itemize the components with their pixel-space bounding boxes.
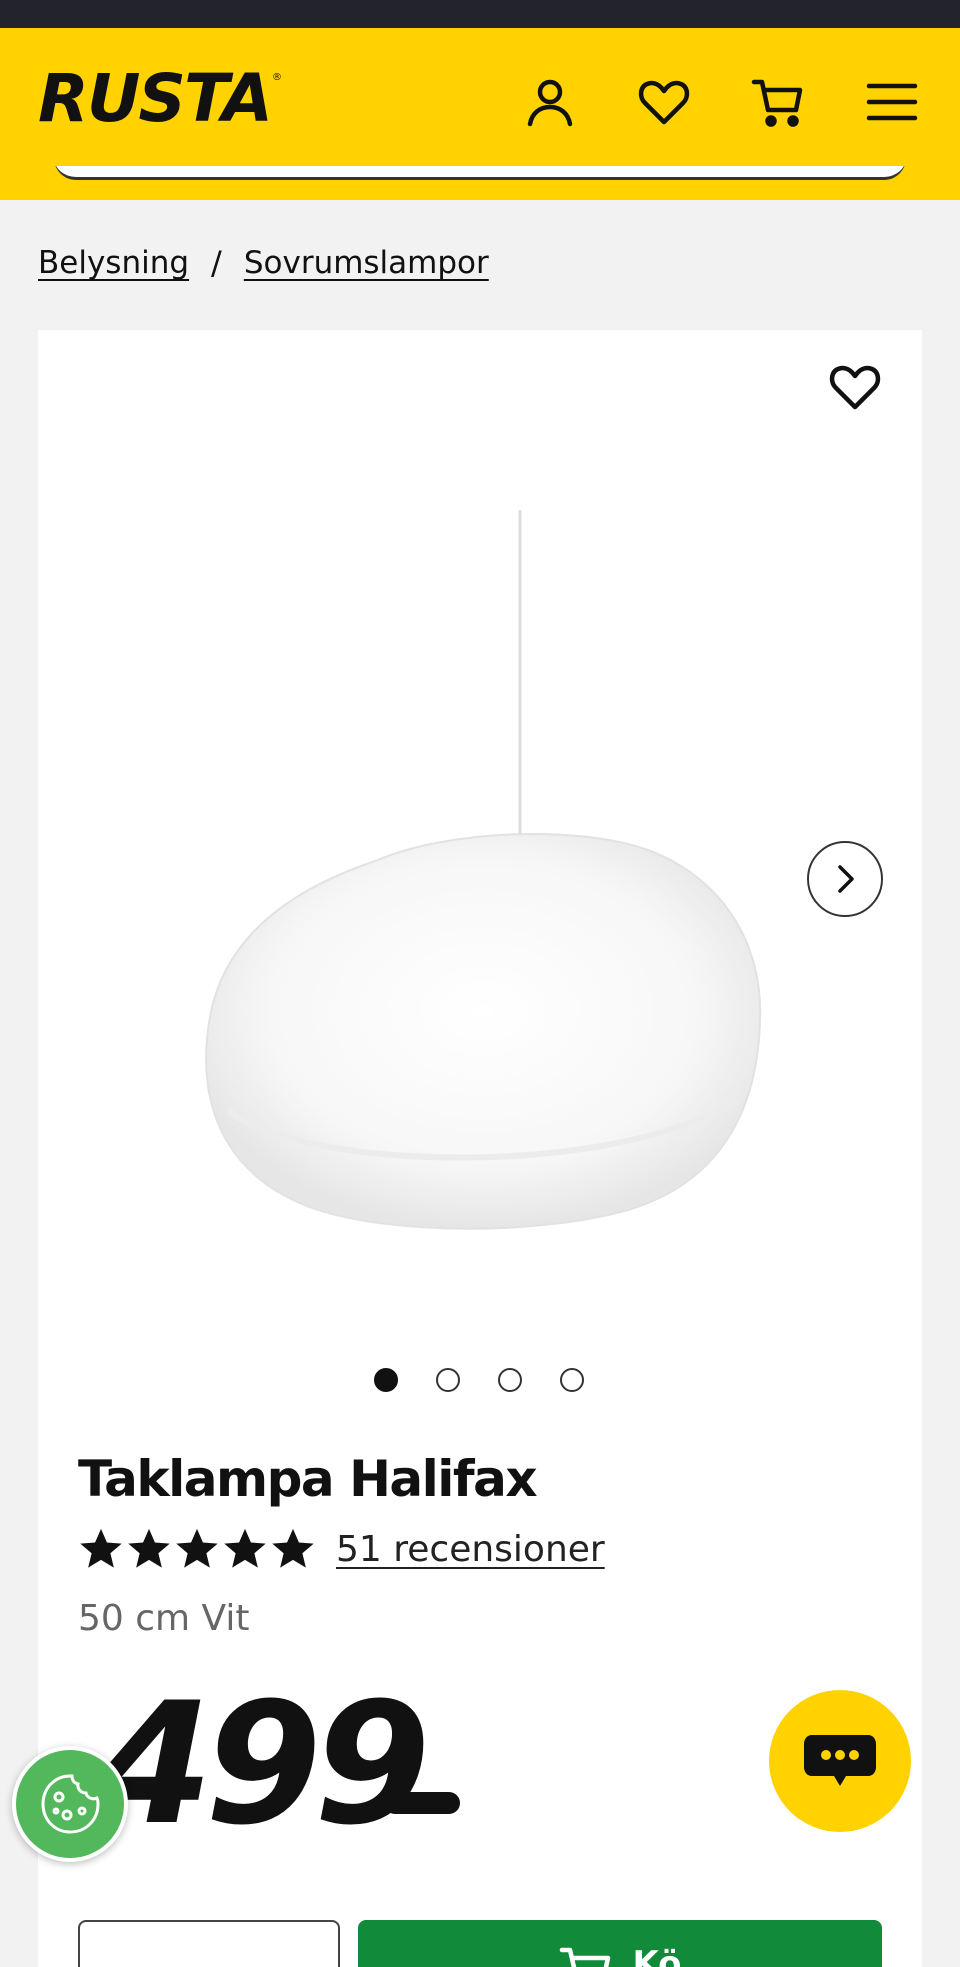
chat-button[interactable] [769, 1690, 911, 1832]
star-icon [176, 1528, 218, 1568]
reviews-link[interactable]: 51 recensioner [336, 1529, 605, 1570]
breadcrumb: Belysning / Sovrumslampor [38, 244, 489, 282]
search-bar-mask [48, 148, 912, 166]
account-button[interactable] [520, 72, 580, 132]
star-icon [224, 1528, 266, 1568]
quantity-stepper[interactable] [78, 1920, 340, 1967]
breadcrumb-item-belysning[interactable]: Belysning [38, 245, 189, 281]
logo-registered-mark: ® [272, 72, 282, 83]
wishlist-button[interactable] [634, 72, 694, 132]
cart-icon [560, 1947, 611, 1967]
rusta-logo[interactable]: RUSTA [38, 66, 273, 132]
breadcrumb-item-sovrumslampor[interactable]: Sovrumslampor [244, 245, 489, 281]
carousel-dot-1[interactable] [374, 1368, 398, 1392]
carousel-dot-3[interactable] [498, 1368, 522, 1392]
menu-button[interactable] [862, 72, 922, 132]
cookie-icon [41, 1774, 100, 1834]
product-image-pendant-lamp[interactable] [138, 410, 778, 1350]
cookie-settings-button[interactable] [12, 1746, 128, 1862]
price-dash [384, 1792, 460, 1814]
product-title: Taklampa Halifax [78, 1450, 538, 1508]
cart-button[interactable] [748, 72, 808, 132]
product-variant: 50 cm Vit [78, 1598, 250, 1639]
carousel-dot-2[interactable] [436, 1368, 460, 1392]
chevron-right-icon [838, 865, 854, 893]
rating-stars [78, 1526, 318, 1572]
add-to-wishlist-button[interactable] [824, 356, 886, 418]
site-header: RUSTA ® [0, 28, 960, 200]
chat-bubble-icon [804, 1735, 876, 1786]
next-image-button[interactable] [807, 841, 883, 917]
status-bar [0, 0, 960, 28]
menu-icon [866, 83, 918, 121]
account-icon [527, 79, 573, 127]
cart-icon [751, 79, 803, 127]
star-icon [272, 1528, 314, 1568]
product-rating: 51 recensioner [78, 1526, 605, 1572]
add-to-cart-label: Kö [632, 1944, 682, 1967]
add-to-cart-button[interactable]: Kö [358, 1920, 882, 1967]
product-price: 499 [96, 1666, 431, 1862]
carousel-dot-4[interactable] [560, 1368, 584, 1392]
heart-icon [829, 365, 881, 410]
star-icon [128, 1528, 170, 1568]
breadcrumb-separator: / [211, 244, 222, 282]
heart-icon [638, 80, 690, 125]
star-icon [80, 1528, 122, 1568]
